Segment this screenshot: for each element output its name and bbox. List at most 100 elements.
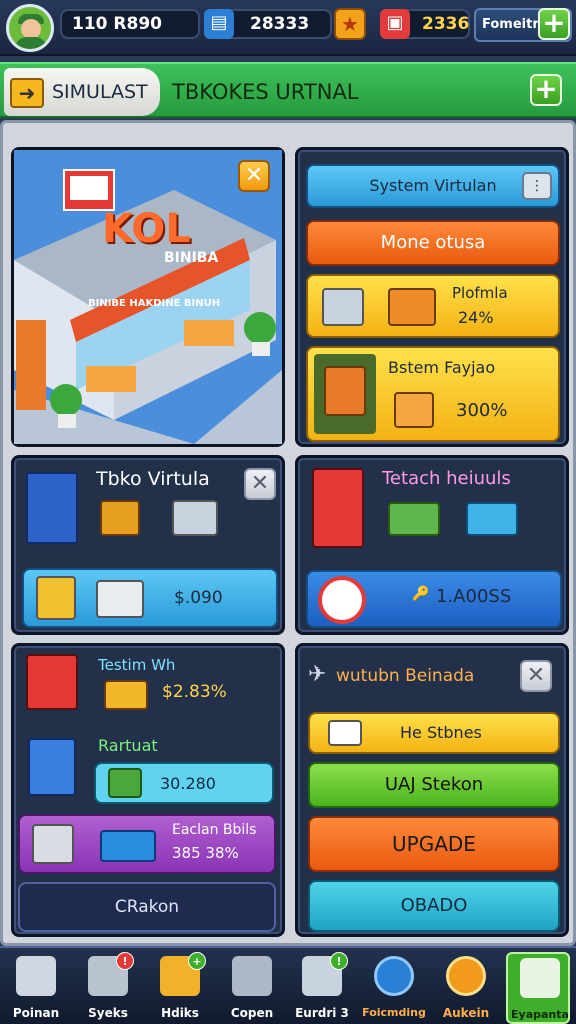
stones-button[interactable]: He Stbnes [308, 712, 560, 754]
nav-item-active[interactable]: Eyapanta [506, 952, 570, 1024]
nav-item-mail[interactable]: + Hdiks [148, 952, 212, 1024]
store-sign-small: BINIBA [164, 250, 219, 266]
nav-item-home[interactable]: Poinan [4, 952, 68, 1024]
toko-title: Tbko Virtula [96, 468, 210, 490]
actions-title: wutubn Beinada [336, 666, 475, 686]
drink-machine-icon [312, 468, 364, 548]
nav-label: Aukein [442, 1006, 490, 1020]
nav-label: Syeks [88, 1006, 128, 1020]
cart-icon [394, 392, 434, 428]
testim-label: Testim Wh [98, 656, 176, 674]
kiosk-icon [28, 738, 76, 796]
bus-icon [100, 830, 156, 862]
cash-value: 110 R890 [72, 14, 162, 34]
notification-badge: ! [116, 952, 134, 970]
toko-price: $.090 [174, 588, 223, 608]
rartuat-value: 30.280 [160, 774, 216, 793]
coin-value: 2336 [422, 14, 470, 34]
key-icon: 🔑 [412, 586, 430, 602]
bottom-navigation: Poinan ! Syeks + Hdiks Copen ! Eurdri 3 … [0, 946, 576, 1024]
toko-price-card[interactable]: $.090 [22, 568, 278, 628]
system-panel: System Virtulan ⋮ Mone otusa Plofmla 24%… [295, 147, 569, 447]
nav-label: Hdiks [161, 1006, 199, 1020]
shelf-icon [388, 288, 436, 326]
back-tab-label: SIMULAST [52, 81, 148, 103]
stekon-button-label: UAJ Stekon [384, 774, 484, 795]
rartuat-label: Rartuat [98, 736, 158, 755]
store-sign: KOL [102, 206, 191, 252]
obado-button[interactable]: OBADO [308, 880, 560, 932]
nav-item-copen[interactable]: Copen [220, 952, 284, 1024]
nav-label: Copen [230, 1006, 274, 1020]
gem-icon: ▤ [204, 9, 234, 39]
nav-item-stocks[interactable]: ! Syeks [76, 952, 140, 1024]
title-bar: ➜ SIMULAST TBKOKES URTNAL + [0, 62, 576, 118]
vending-icon [324, 366, 366, 416]
cash-counter: 110 R890 [60, 9, 200, 39]
toko-panel: Tbko Virtula ✕ $.090 [11, 455, 285, 635]
back-tab[interactable]: ➜ SIMULAST [4, 68, 160, 116]
awning-text: BINIBE HAKDINE BINUH [88, 298, 221, 309]
page-title: TBKOKES URTNAL [172, 80, 359, 104]
upgrade-button-label: UPGADE [392, 832, 476, 856]
upgrade-card-2[interactable]: Bstem Fayjao 300% [306, 346, 560, 442]
close-icon[interactable]: ✕ [238, 160, 270, 192]
wrench-icon: ✈ [308, 662, 327, 687]
add-currency-plus-icon[interactable]: + [538, 8, 570, 40]
nav-item-aukein[interactable]: Aukein [434, 952, 498, 1024]
gold-bars-icon [104, 680, 148, 710]
close-icon[interactable]: ✕ [244, 468, 276, 500]
edit-icon [520, 958, 560, 998]
nav-label: Eyapanta [511, 1008, 569, 1021]
add-plus-icon[interactable]: + [530, 74, 562, 106]
tetah-panel: Tetach heiuuls 🔑 1.A00SS [295, 455, 569, 635]
purple-title: Eaclan Bbils [172, 822, 257, 838]
basket-icon [446, 956, 486, 996]
mone-button[interactable]: Mone otusa [306, 220, 560, 266]
back-arrow-icon[interactable]: ➜ [10, 78, 44, 108]
testim-value: $2.83% [162, 682, 227, 702]
obado-button-label: OBADO [400, 895, 468, 916]
cash-register-icon [232, 956, 272, 996]
store-illustration [14, 150, 282, 444]
nav-item-shop[interactable]: ! Eurdri 3 [290, 952, 354, 1024]
nav-item-settings[interactable]: Foicmding [362, 952, 426, 1024]
settings-slider-icon[interactable]: ⋮ [522, 172, 552, 200]
upgrade-button[interactable]: UPGADE [308, 816, 560, 872]
card2-value: 300% [456, 400, 508, 421]
actions-panel: ✈ wutubn Beinada ✕ He Stbnes UAJ Stekon … [295, 643, 569, 937]
fridge-icon [36, 576, 76, 620]
nav-label: Eurdri 3 [295, 1006, 349, 1020]
close-icon[interactable]: ✕ [520, 660, 552, 692]
fruit-cart-icon [26, 654, 78, 710]
car-icon [466, 502, 518, 536]
stekon-button[interactable]: UAJ Stekon [308, 762, 560, 808]
gem-value: 28333 [250, 14, 310, 34]
purple-stat-card[interactable]: Eaclan Bbils 385 38% [18, 814, 276, 874]
truck-icon [172, 500, 218, 536]
box-icon [100, 500, 140, 536]
player-avatar[interactable] [6, 4, 54, 52]
coin-counter: ▣ 2336 [380, 9, 470, 39]
upgrade-card-1[interactable]: Plofmla 24% [306, 274, 560, 338]
refresh-icon [318, 576, 366, 624]
shopping-cart-icon [96, 580, 144, 618]
tetah-value: 1.A00SS [436, 586, 512, 607]
shop-stats-panel: Testim Wh $2.83% Rartuat 30.280 Eaclan B… [11, 643, 285, 937]
system-virtual-label: System Virtulan [369, 176, 497, 195]
tetah-title: Tetach heiuuls [382, 468, 511, 489]
tetah-value-card[interactable]: 🔑 1.A00SS [306, 570, 562, 628]
card2-title: Bstem Fayjao [388, 358, 496, 377]
nav-label: Foicmding [362, 1006, 426, 1019]
mone-button-label: Mone otusa [380, 232, 486, 253]
crakon-button[interactable]: CRakon [18, 882, 276, 932]
top-resource-bar: 110 R890 ▤ 28333 ★ ▣ 2336 Fomeitre + [0, 0, 576, 56]
crakon-button-label: CRakon [114, 897, 180, 917]
gear-icon [374, 956, 414, 996]
machine-icon [26, 472, 78, 544]
book-icon [328, 720, 362, 746]
notification-badge: + [188, 952, 206, 970]
star-icon[interactable]: ★ [334, 8, 366, 40]
card1-value: 24% [458, 308, 494, 327]
main-area: KOL BINIBA BINIBE HAKDINE BINUH ✕ System… [0, 120, 576, 946]
